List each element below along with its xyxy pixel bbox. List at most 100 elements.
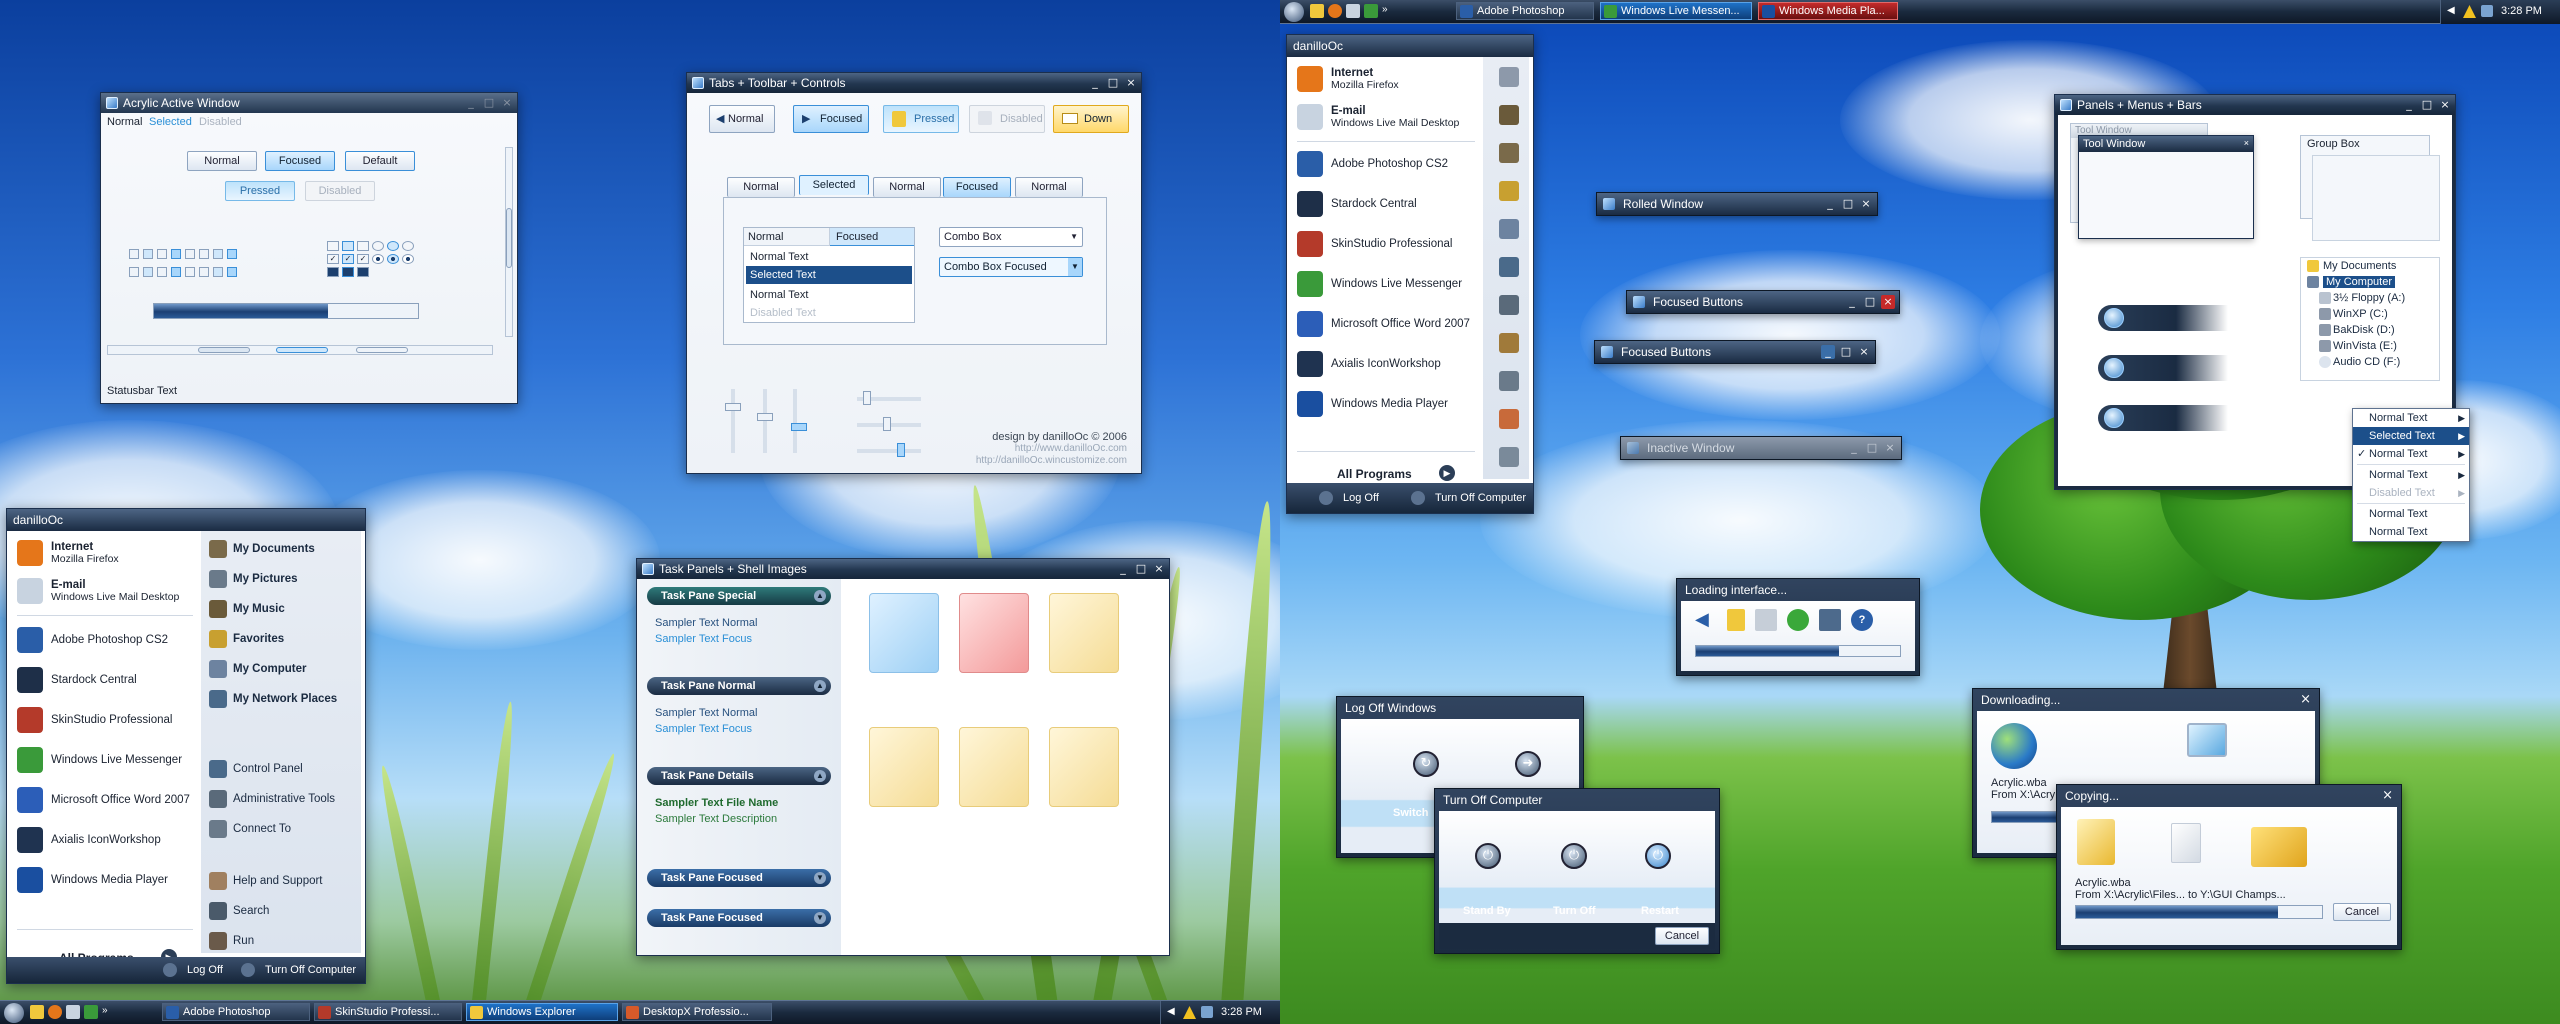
turnoff-button[interactable]: Turn Off Computer [265,964,356,976]
tree-item[interactable]: Audio CD (F:) [2301,354,2439,370]
warning-icon[interactable] [1183,1006,1196,1019]
place-icon[interactable] [1499,143,1519,163]
turnoff-button[interactable]: Turn Off Computer [1435,492,1526,504]
arrow-right-icon[interactable]: ▶ [1439,465,1455,481]
tool-window[interactable]: Tool Window × [2078,135,2254,239]
close-icon[interactable]: × [2438,98,2452,112]
place-icon[interactable] [1499,333,1519,353]
combo-box[interactable]: Combo Box ▼ [939,227,1083,247]
credit-url[interactable]: http://www.danilloOc.com [1015,443,1127,454]
task-pane-normal-header[interactable]: Task Pane Normal ▲ [647,677,831,695]
restart-icon[interactable]: ⏻ [1645,843,1671,869]
list-item[interactable]: Normal Text [746,286,912,304]
taskbar-button[interactable]: DesktopX Professio... [622,1003,772,1021]
start-place-item[interactable]: Search [209,901,269,921]
start-place-item[interactable]: Run [209,931,254,951]
slider-thumb[interactable] [897,443,905,457]
start-program-item[interactable]: Axialis IconWorkshop [1297,351,1441,377]
maximize-icon[interactable]: □ [2420,98,2434,112]
warning-icon[interactable] [2463,5,2476,18]
list-header-normal[interactable]: Normal [744,228,830,246]
slider-thumb[interactable] [725,403,741,411]
start-place-item[interactable]: My Documents [209,539,315,559]
credit-url[interactable]: http://danilloOc.wincustomize.com [976,455,1127,466]
mail-icon[interactable] [66,1005,80,1019]
task-link[interactable]: Sampler Text Normal [655,707,758,719]
clock[interactable]: 3:28 PM [1221,1006,1262,1018]
maximize-icon[interactable]: □ [482,96,496,110]
volume-icon[interactable] [1201,1006,1213,1018]
start-place-item[interactable]: My Computer [209,659,306,679]
menu-item[interactable]: Normal Text [2353,505,2469,523]
place-icon[interactable] [1499,447,1519,467]
close-icon[interactable]: × [2382,788,2393,803]
title-bar[interactable]: Panels + Menus + Bars _ □ × [2055,95,2455,115]
logoff-button[interactable]: Log Off [1343,492,1379,504]
rolled-window[interactable]: Rolled Window _ □ × [1596,192,1878,216]
horizontal-slider[interactable] [857,417,921,431]
taskbar-button[interactable]: Adobe Photoshop [162,1003,310,1021]
title-bar[interactable]: Tabs + Toolbar + Controls _ □ × [687,73,1141,93]
menu-item[interactable]: Normal Text ▶ [2353,409,2469,427]
folder-red-icon[interactable] [959,593,1029,673]
place-icon[interactable] [1499,219,1519,239]
copying-dialog[interactable]: Copying... × Acrylic.wba From X:\Acrylic… [2056,784,2402,950]
start-pinned-email[interactable]: E-mail Windows Live Mail Desktop [1297,101,1459,133]
start-program-item[interactable]: Adobe Photoshop CS2 [17,627,168,653]
close-icon[interactable]: × [2300,692,2311,707]
folder-blue-icon[interactable] [869,593,939,673]
list-header-focused[interactable]: Focused [830,228,914,246]
logoff-arrow-icon[interactable]: ➜ [1515,751,1541,777]
start-orb-icon[interactable] [1284,2,1304,22]
acrylic-active-window[interactable]: Acrylic Active Window _ □ × Normal Selecte… [100,92,518,404]
close-icon[interactable]: × [1124,76,1138,90]
tab-focused[interactable]: Focused [943,177,1011,197]
place-icon[interactable] [1499,105,1519,125]
tab-normal[interactable]: Normal [1015,177,1083,197]
firefox-icon[interactable] [1328,4,1342,18]
slider-thumb[interactable] [883,417,891,431]
start-program-item[interactable]: Stardock Central [1297,191,1417,217]
cancel-button[interactable]: Cancel [2333,903,2391,921]
title-bar[interactable]: Acrylic Active Window _ □ × [101,93,517,113]
slider-thumb[interactable] [863,391,871,405]
default-button[interactable]: Default [345,151,415,171]
start-program-item[interactable]: SkinStudio Professional [17,707,172,733]
context-menu[interactable]: Normal Text ▶ Selected Text ▶ ✓ Normal Text… [2352,408,2470,542]
folder-yellow-icon[interactable] [959,727,1029,807]
tab-normal[interactable]: Normal [727,177,795,197]
start-pinned-email[interactable]: E-mail Windows Live Mail Desktop [17,575,179,607]
tree-item[interactable]: My Documents [2301,258,2439,274]
start-program-item[interactable]: Adobe Photoshop CS2 [1297,151,1448,177]
task-link[interactable]: Sampler Text Normal [655,617,758,629]
minimize-icon[interactable]: _ [2402,98,2416,112]
taskbar-button[interactable]: SkinStudio Professi... [314,1003,462,1021]
place-icon[interactable] [1499,371,1519,391]
cancel-button[interactable]: Cancel [1655,927,1709,945]
maximize-icon[interactable]: □ [1106,76,1120,90]
start-program-item[interactable]: Microsoft Office Word 2007 [17,787,190,813]
minimize-icon[interactable]: _ [1847,441,1861,455]
taskbar-button-active[interactable]: Windows Explorer [466,1003,618,1021]
spinner-row[interactable] [129,249,269,269]
taskbar-button-flashing[interactable]: Windows Media Pla... [1758,2,1898,20]
switch-user-button[interactable]: Switch [1393,807,1428,819]
chevron-left-icon[interactable]: ◀ [2447,5,2455,16]
minimize-icon[interactable]: _ [1116,562,1130,576]
list-item-selected[interactable]: Selected Text [746,266,912,284]
start-place-item[interactable]: Administrative Tools [209,789,335,809]
maximize-icon[interactable]: □ [1839,345,1853,359]
start-place-item[interactable]: Favorites [209,629,284,649]
place-icon[interactable] [1499,67,1519,87]
place-icon[interactable] [1499,295,1519,315]
power-icon[interactable]: ⏻ [1561,843,1587,869]
quicklaunch-icon[interactable] [30,1005,44,1019]
combo-box-focused[interactable]: Combo Box Focused ▼ [939,257,1083,277]
start-place-item[interactable]: Help and Support [209,871,323,891]
close-icon[interactable]: × [1857,345,1871,359]
task-link-focus[interactable]: Sampler Text Focus [655,633,752,645]
spinner-row[interactable] [129,267,269,287]
chevron-right-icon[interactable]: » [1382,4,1388,18]
tree-view[interactable]: My Documents My Computer 3½ Floppy (A:) … [2300,257,2440,381]
maximize-icon[interactable]: □ [1134,562,1148,576]
